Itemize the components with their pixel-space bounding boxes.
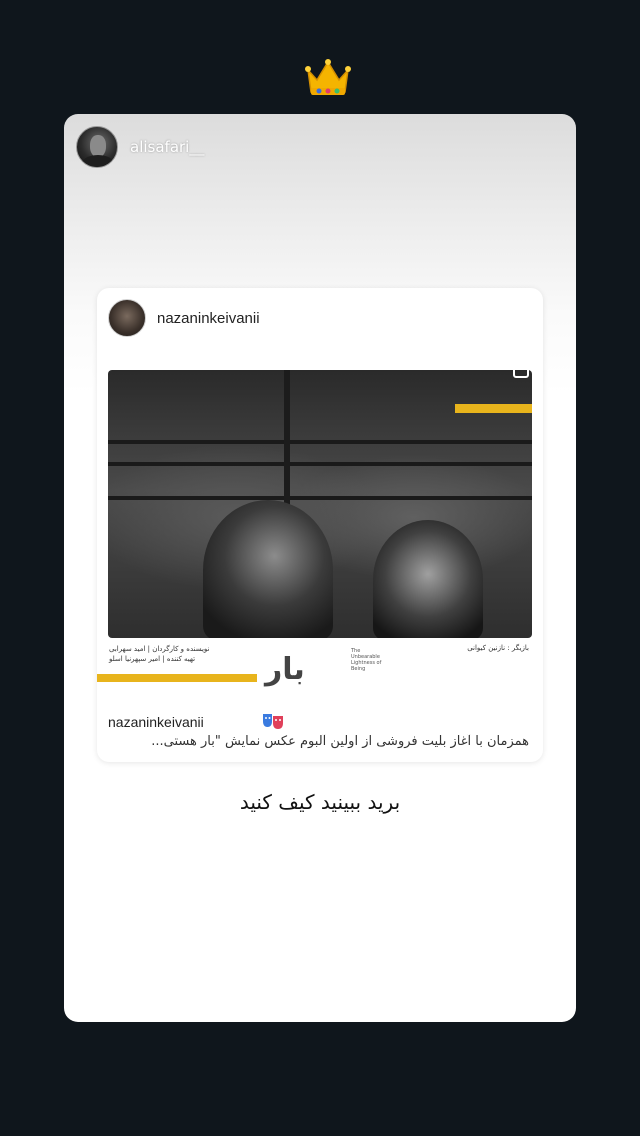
- story-username[interactable]: alisafari__: [130, 138, 204, 156]
- credit-line: نویسنده و کارگردان | امید سهرابی: [109, 645, 210, 653]
- poster-credits-left: نویسنده و کارگردان | امید سهرابی تهیه کن…: [109, 644, 209, 664]
- film-title-logo: بار هستی The Unbearable Lightness of Bei…: [265, 648, 385, 694]
- film-title-en: The Unbearable Lightness of Being: [351, 648, 382, 672]
- accent-stripe: [455, 404, 532, 413]
- crown-icon: [305, 58, 351, 98]
- accent-stripe: [97, 674, 257, 682]
- post-header: nazaninkeivanii: [108, 299, 260, 337]
- caption-username[interactable]: nazaninkeivanii: [108, 714, 204, 730]
- theater-masks-icon: [262, 712, 284, 730]
- post-image[interactable]: نویسنده و کارگردان | امید سهرابی تهیه کن…: [97, 362, 543, 694]
- credit-line: تهیه کننده | امیر سپهرنیا اسلو: [109, 655, 196, 663]
- story-header: alisafari__: [76, 126, 204, 168]
- post-avatar[interactable]: [108, 299, 146, 337]
- poster-credit-right: بازیگر : نازنین کیوانی: [467, 644, 529, 652]
- multi-post-icon: [513, 362, 529, 378]
- story-avatar[interactable]: [76, 126, 118, 168]
- caption-text: همزمان با آغاز بلیت فروشی از اولین آلبوم…: [151, 734, 529, 749]
- shared-post-card[interactable]: nazaninkeivanii نویسنده و کارگردان | امی…: [97, 288, 543, 762]
- story-text-overlay: برید ببینید کیف کنید: [239, 790, 401, 814]
- story-card[interactable]: alisafari__ nazaninkeivanii نویسنده و کا…: [64, 114, 576, 1022]
- post-username[interactable]: nazaninkeivanii: [157, 310, 260, 327]
